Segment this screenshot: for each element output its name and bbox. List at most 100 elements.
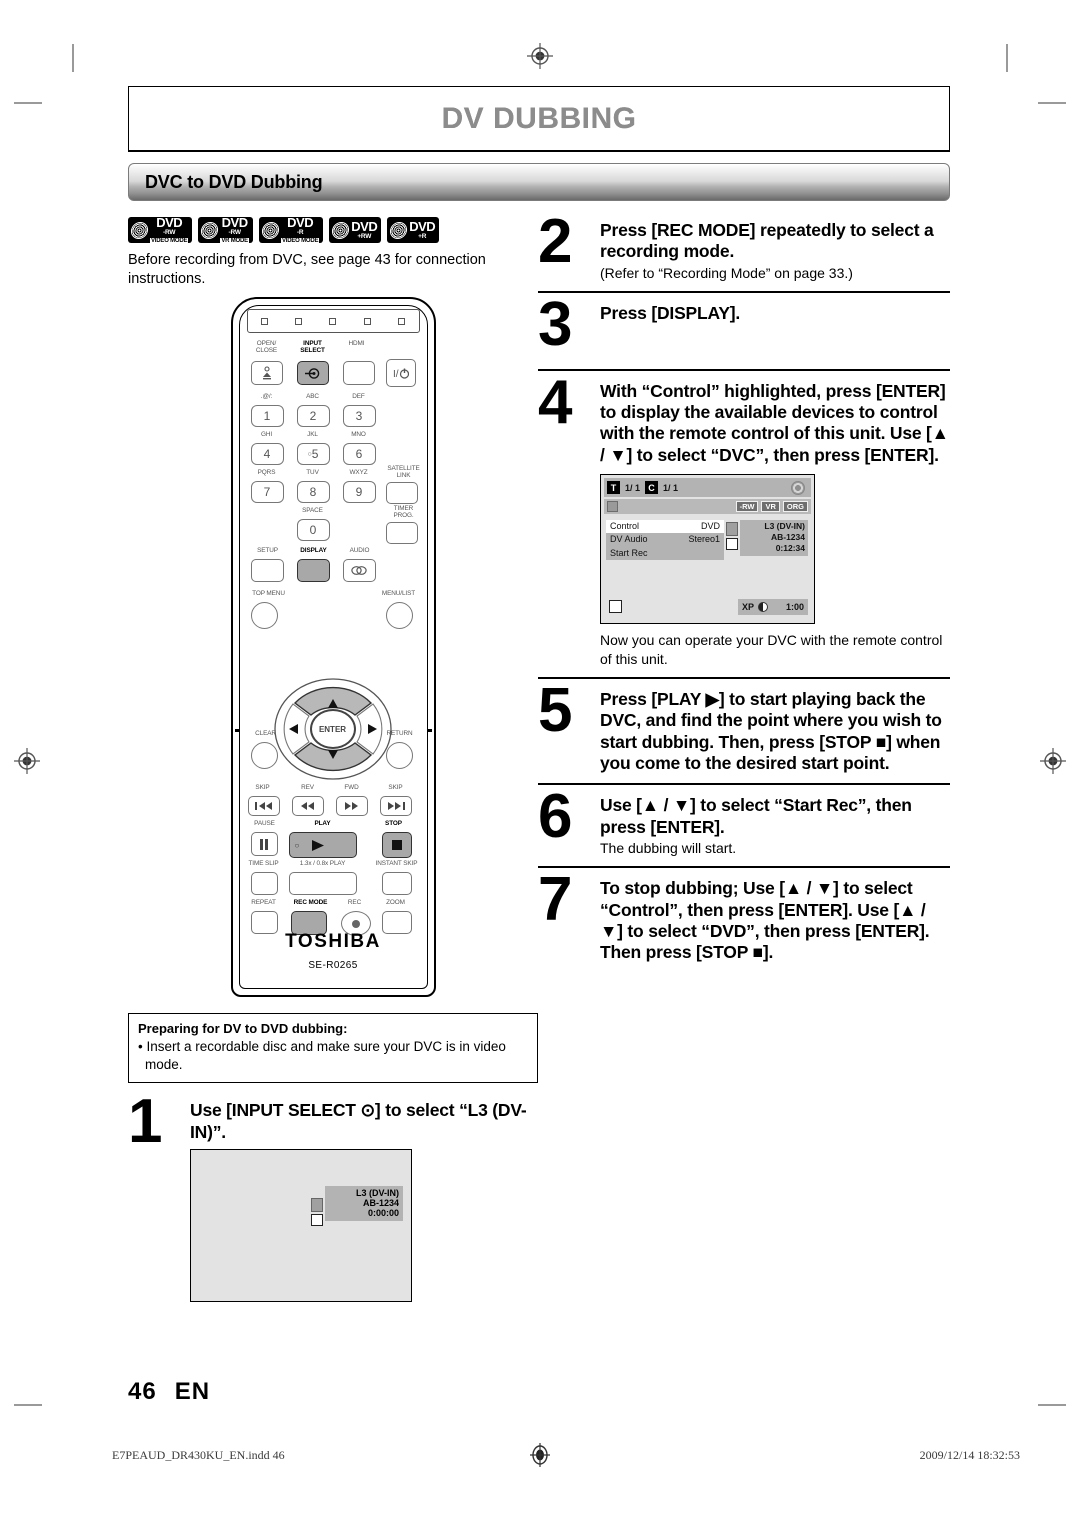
input-select-button[interactable] [296,361,329,386]
key9-letters-label: WXYZ [349,469,368,477]
return-button[interactable] [385,742,413,770]
key-5-button[interactable]: ○ 5 [296,443,330,466]
osd-source-icons [726,522,738,551]
speed-play-label: 1.3x / 0.8x PLAY [299,860,346,868]
osd-screen-step1: L3 (DV-IN) AB-1234 0:00:00 [190,1149,412,1303]
title-chip-icon: T [607,481,620,495]
badge-sub-label: +RW [357,232,372,240]
repeat-label: REPEAT [251,899,276,907]
open-close-button[interactable] [250,361,283,386]
step-6: 6 Use [▲ / ▼] to select “Start Rec”, the… [538,782,950,857]
crop-mark-bottom-left-h [14,1404,42,1406]
play-label: PLAY [314,820,331,828]
osd-menu-list[interactable]: Control DVD DV Audio Stereo1 Start Rec [606,520,724,560]
key-3-button[interactable]: 3 [342,405,376,428]
hdmi-button[interactable] [342,361,375,386]
dvd-badge: DVD -RW VIDEO MODE [128,216,193,244]
remote-side-tick-right [426,729,432,733]
enter-button[interactable]: ENTER [309,709,356,750]
two-column-body: DVD -RW VIDEO MODE DVD -RW VR MODE DVD -… [128,211,950,1303]
setup-button[interactable] [250,559,284,583]
preparing-note-item: • Insert a recordable disc and make sure… [138,1039,506,1072]
step-6-number: 6 [538,782,572,852]
step-6-heading: Use [▲ / ▼] to select “Start Rec”, then … [600,795,912,837]
osd-menu-value: Stereo1 [688,534,720,545]
step-6-body: Use [▲ / ▼] to select “Start Rec”, then … [600,792,950,857]
display-button[interactable] [296,559,330,583]
step-4-note: Now you can operate your DVC with the re… [600,632,943,667]
step-6-subtext: The dubbing will start. [600,840,737,857]
key-8-button[interactable]: 8 [296,481,330,504]
key-1-button[interactable]: 1 [250,405,284,428]
instant-skip-button[interactable] [381,872,412,896]
key-4-button[interactable]: 4 [250,443,284,466]
section-title: DVC to DVD Dubbing [145,171,323,192]
osd-menu-item-start-rec[interactable]: Start Rec [606,547,724,560]
step-2: 2 Press [REC MODE] repeatedly to select … [538,211,950,282]
key-2-button[interactable]: 2 [296,405,330,428]
power-button[interactable]: I/ [385,359,416,388]
badge-sub-label: +R [418,232,427,240]
osd-title-bar: T 1/ 1 C 1/ 1 [604,478,811,498]
key-9-button[interactable]: 9 [342,481,376,504]
badge-main-label: DVD [287,215,314,231]
format-tag: ORG [782,500,808,513]
zoom-label: ZOOM [386,899,405,907]
skip-back-button[interactable] [247,796,280,817]
registration-mark-left [14,748,40,774]
speed-play-button[interactable] [288,872,357,896]
step-divider [538,368,950,371]
key-6-button[interactable]: 6 [342,443,376,466]
key-0-button[interactable]: 0 [296,519,330,542]
stop-button[interactable] [381,832,412,859]
menu-list-button[interactable] [385,602,413,630]
stop-label: STOP [385,820,402,828]
brand-logo: TOSHIBA [285,931,381,953]
top-menu-button[interactable] [250,602,278,630]
fwd-label: FWD [344,784,359,792]
step-divider [538,677,950,680]
preparing-note-box: Preparing for DV to DVD dubbing: • Inser… [128,1013,538,1084]
pause-button[interactable] [250,832,278,857]
top-menu-label: TOP MENU [252,590,285,598]
pause-label: PAUSE [254,820,275,828]
osd-menu-item-control[interactable]: Control DVD [606,520,724,534]
audio-button[interactable] [342,559,376,583]
disc-spin-icon [791,481,805,496]
step-7-number: 7 [538,865,572,935]
registration-mark-top [527,43,553,69]
led-indicator-icon [363,317,371,325]
badge-main-label: DVD [351,218,378,234]
clear-label: CLEAR [255,730,276,738]
osd-menu-label: DV Audio [610,534,648,545]
satellite-link-button[interactable] [385,482,418,505]
osd-menu-item-dv-audio[interactable]: DV Audio Stereo1 [606,533,724,546]
rev-label: REV [301,784,314,792]
timer-prog-button[interactable] [385,522,418,545]
fwd-button[interactable] [335,796,368,817]
badge-main-label: DVD [409,218,436,234]
osd-step1-icons [311,1198,323,1227]
timer-prog-label: TIMER PROG. [393,505,414,519]
rev-button[interactable] [291,796,324,817]
skip-forward-button[interactable] [379,796,412,817]
tape-icon [311,1198,323,1213]
navigation-ring[interactable]: ENTER [273,677,393,781]
dvd-badge: DVD -R VIDEO MODE [258,215,324,244]
osd-elapsed-time: 0:12:34 [775,543,805,554]
play-button[interactable]: ○ [288,832,357,859]
led-indicator-icon [295,317,303,325]
clear-button[interactable] [250,742,278,770]
step-1-number: 1 [128,1087,162,1157]
step-3: 3 Press [DISPLAY]. [538,293,950,355]
time-slip-button[interactable] [250,872,278,896]
key7-letters-label: PQRS [257,469,276,477]
key5-letters-label: JKL [307,431,318,439]
step-4-body: With “Control” highlighted, press [ENTER… [600,378,950,668]
key-7-button[interactable]: 7 [250,481,284,504]
disc-icon [331,221,351,239]
osd-source-info: L3 (DV-IN) AB-1234 0:12:34 [740,520,808,557]
dvd-badge: DVD +RW [329,217,382,243]
osd-input-label: L3 (DV-IN) [764,521,805,532]
key3-letters-label: DEF [352,393,365,401]
